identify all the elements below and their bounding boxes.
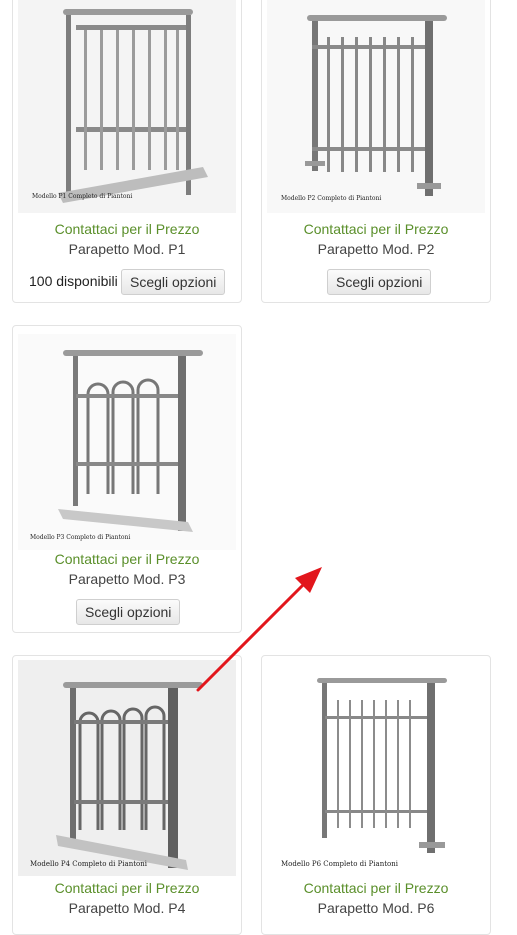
choose-options-button[interactable]: Scegli opzioni xyxy=(76,599,181,625)
product-name[interactable]: Parapetto Mod. P4 xyxy=(13,900,241,916)
product-image-p1[interactable]: Modello P1 Completo di Piantoni xyxy=(18,0,236,213)
railing-image xyxy=(18,334,236,550)
product-name[interactable]: Parapetto Mod. P1 xyxy=(13,241,241,257)
product-name[interactable]: Parapetto Mod. P2 xyxy=(262,241,490,257)
railing-image xyxy=(267,0,485,213)
product-name[interactable]: Parapetto Mod. P3 xyxy=(13,571,241,587)
image-caption: Modello P3 Completo di Piantoni xyxy=(30,534,131,541)
product-image-p4[interactable]: Modello P4 Completo di Piantoni xyxy=(18,660,236,876)
product-card-p6: Modello P6 Completo di Piantoni Contatta… xyxy=(261,655,491,935)
railing-image xyxy=(18,0,236,213)
product-card-p1: Modello P1 Completo di Piantoni Contatta… xyxy=(12,0,242,303)
product-image-p2[interactable]: Modello P2 Completo di Piantoni xyxy=(267,0,485,213)
product-card-p4: Modello P4 Completo di Piantoni Contatta… xyxy=(12,655,242,935)
product-image-p3[interactable]: Modello P3 Completo di Piantoni xyxy=(18,334,236,550)
product-image-p6[interactable]: Modello P6 Completo di Piantoni xyxy=(267,660,485,876)
stock-status: 100 disponibili xyxy=(29,273,118,289)
price-label: Contattaci per il Prezzo xyxy=(54,880,200,896)
product-card-p3: Modello P3 Completo di Piantoni Contatta… xyxy=(12,325,242,633)
image-caption: Modello P2 Completo di Piantoni xyxy=(281,195,382,202)
railing-image xyxy=(18,660,236,876)
choose-options-button[interactable]: Scegli opzioni xyxy=(327,269,432,295)
product-name[interactable]: Parapetto Mod. P6 xyxy=(262,900,490,916)
image-caption: Modello P4 Completo di Piantoni xyxy=(30,860,147,868)
product-card-p2: Modello P2 Completo di Piantoni Contatta… xyxy=(261,0,491,303)
image-caption: Modello P6 Completo di Piantoni xyxy=(281,860,398,868)
price-label: Contattaci per il Prezzo xyxy=(54,221,200,237)
price-label: Contattaci per il Prezzo xyxy=(303,880,449,896)
price-label: Contattaci per il Prezzo xyxy=(303,221,449,237)
railing-image xyxy=(267,660,485,876)
choose-options-button[interactable]: Scegli opzioni xyxy=(121,269,226,295)
image-caption: Modello P1 Completo di Piantoni xyxy=(32,193,133,200)
price-label: Contattaci per il Prezzo xyxy=(54,551,200,567)
